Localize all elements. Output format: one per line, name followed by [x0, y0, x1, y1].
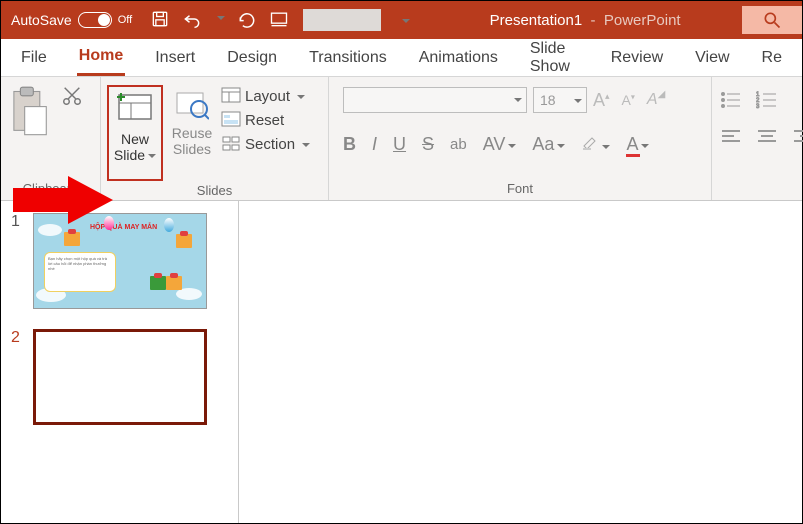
slide-number-2: 2 — [11, 329, 25, 347]
callout-arrow-icon — [13, 175, 113, 225]
align-left-icon[interactable] — [720, 128, 742, 151]
shrink-font-icon[interactable]: A▾ — [622, 92, 635, 108]
paste-icon[interactable] — [7, 85, 51, 144]
undo-icon[interactable] — [182, 9, 202, 32]
tab-insert[interactable]: Insert — [153, 41, 197, 75]
change-case-button[interactable]: Aa — [532, 134, 565, 155]
new-slide-l2: Slide — [114, 147, 156, 163]
current-slide[interactable] — [261, 212, 781, 512]
title-bar: AutoSave Off Presentation1 - PowerPoint — [1, 1, 802, 39]
highlight-button[interactable] — [581, 133, 610, 156]
autosave-state: Off — [118, 14, 132, 26]
undo-dropdown-icon[interactable] — [214, 9, 225, 32]
strike-button[interactable]: S — [422, 134, 434, 155]
numbering-icon[interactable]: 123 — [756, 91, 778, 114]
reuse-l1: Reuse — [172, 125, 212, 141]
toggle-switch[interactable] — [78, 12, 112, 28]
start-from-beginning-icon[interactable] — [269, 9, 289, 32]
bold-button[interactable]: B — [343, 134, 356, 155]
tab-slideshow[interactable]: Slide Show — [528, 32, 581, 84]
layout-button[interactable]: Layout — [221, 87, 310, 105]
autosave-label: AutoSave — [11, 12, 72, 28]
clear-formatting-icon[interactable]: A◢ — [647, 91, 658, 109]
cut-icon[interactable] — [55, 85, 83, 112]
new-slide-l1: New — [121, 131, 149, 147]
redo-icon[interactable] — [237, 9, 257, 32]
tab-transitions[interactable]: Transitions — [307, 41, 389, 75]
tab-design[interactable]: Design — [225, 41, 279, 75]
group-slides: New Slide Reuse Slides Layout Reset — [101, 77, 329, 200]
font-name-combo[interactable] — [343, 87, 527, 113]
new-slide-button[interactable]: New Slide — [107, 85, 163, 181]
tab-view[interactable]: View — [693, 41, 731, 75]
qat-customize-icon[interactable] — [399, 12, 410, 28]
bullets-icon[interactable] — [720, 91, 742, 114]
tab-home[interactable]: Home — [77, 39, 125, 76]
group-paragraph: 123 — [712, 77, 802, 200]
workspace: 1 HỘP QUÀ MAY MẮN Bạn hãy chọn một hộp q… — [1, 201, 802, 523]
align-center-icon[interactable] — [756, 128, 778, 151]
underline-button[interactable]: U — [393, 134, 406, 155]
svg-text:3: 3 — [756, 104, 760, 109]
slides-label: Slides — [107, 181, 322, 200]
slide-entry-2[interactable]: 2 — [11, 329, 228, 425]
slide-thumbnails-panel: 1 HỘP QUÀ MAY MẮN Bạn hãy chọn một hộp q… — [1, 201, 239, 523]
reset-button[interactable]: Reset — [221, 111, 310, 129]
italic-button[interactable]: I — [372, 134, 377, 155]
account-box[interactable] — [303, 9, 381, 31]
autosave-toggle[interactable]: AutoSave Off — [1, 12, 142, 28]
doc-title: Presentation1 — [490, 12, 583, 29]
tab-record[interactable]: Re — [760, 41, 784, 75]
slide-thumbnail-1[interactable]: HỘP QUÀ MAY MẮN Bạn hãy chọn một hộp quà… — [33, 213, 207, 309]
grow-font-icon[interactable]: A▴ — [593, 90, 610, 111]
section-button[interactable]: Section — [221, 135, 310, 153]
tab-review[interactable]: Review — [609, 41, 665, 75]
slide-canvas-area[interactable] — [239, 201, 802, 523]
app-title: PowerPoint — [604, 12, 681, 29]
ribbon: Clipboard New Slide Reuse Slides Layout — [1, 77, 802, 201]
font-size-combo[interactable]: 18 — [533, 87, 587, 113]
font-color-button[interactable]: A — [626, 134, 649, 155]
slide1-textbox: Bạn hãy chọn một hộp quà và trả lời câu … — [44, 252, 116, 292]
save-icon[interactable] — [150, 9, 170, 32]
char-spacing-button[interactable]: AV — [483, 134, 517, 155]
search-button[interactable] — [742, 6, 802, 34]
reuse-slides-button[interactable]: Reuse Slides — [167, 85, 217, 157]
slide1-title: HỘP QUÀ MAY MẮN — [90, 224, 157, 231]
slide-entry-1[interactable]: 1 HỘP QUÀ MAY MẮN Bạn hãy chọn một hộp q… — [11, 213, 228, 309]
slide-thumbnail-2[interactable] — [33, 329, 207, 425]
ribbon-tabs: File Home Insert Design Transitions Anim… — [1, 39, 802, 77]
tab-file[interactable]: File — [19, 41, 49, 75]
shadow-button[interactable]: ab — [450, 136, 467, 153]
font-label: Font — [335, 179, 705, 198]
align-right-icon[interactable] — [792, 128, 803, 151]
reuse-l2: Slides — [173, 141, 211, 157]
group-font: 18 A▴ A▾ A◢ B I U S ab AV Aa A Font — [329, 77, 712, 200]
tab-animations[interactable]: Animations — [417, 41, 500, 75]
